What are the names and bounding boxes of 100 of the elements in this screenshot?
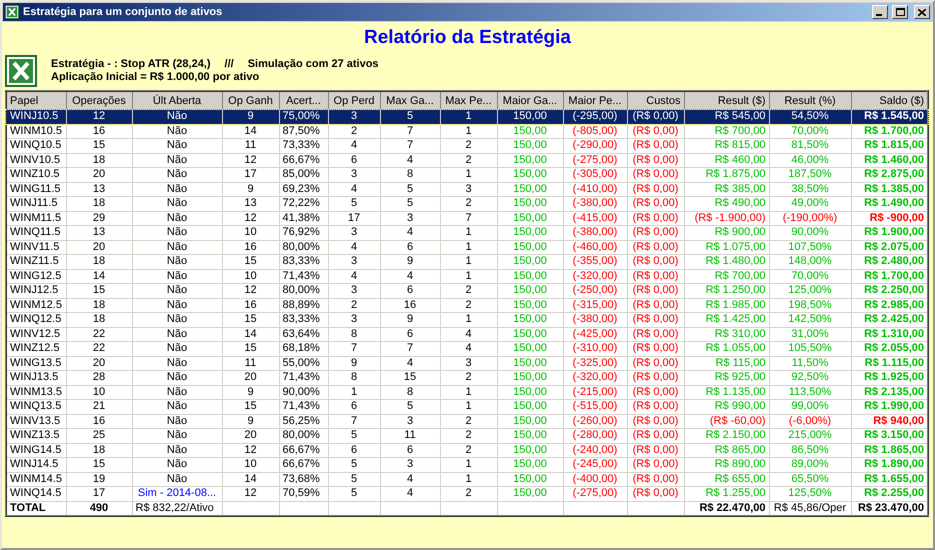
table-row[interactable]: WING12.5 14 Não 10 71,43% 4 4 1 150,00 (-320,00) (R$ 0,00) R$ 700,00 70,00% R$ 1.700,00	[6, 269, 928, 284]
table-cell: R$ 2.150,00	[684, 428, 769, 443]
table-row[interactable]: WINV11.5 20 Não 16 80,00% 4 6 1 150,00 (-460,00) (R$ 0,00) R$ 1.075,00 107,50% R$ 2.075,00	[6, 240, 928, 254]
table-cell: 20	[222, 370, 279, 385]
column-header[interactable]: Saldo ($)	[851, 91, 928, 110]
column-header[interactable]: Result (%)	[769, 91, 851, 110]
table-cell: 3	[328, 254, 380, 269]
table-cell: (-280,00)	[563, 428, 627, 443]
table-cell: 5	[328, 196, 380, 211]
table-cell: R$ 2.480,00	[851, 254, 928, 269]
table-cell: 4	[380, 226, 440, 240]
maximize-button[interactable]	[892, 5, 908, 19]
table-row[interactable]: WING14.5 18 Não 12 66,67% 6 6 2 150,00 (-240,00) (R$ 0,00) R$ 865,00 86,50% R$ 1.865,00	[6, 443, 928, 458]
column-header[interactable]: Maior Pe...	[563, 91, 627, 110]
table-cell: 83,33%	[279, 254, 328, 269]
table-row[interactable]: WINJ11.5 18 Não 13 72,22% 5 5 2 150,00 (-380,00) (R$ 0,00) R$ 490,00 49,00% R$ 1.490,00	[6, 196, 928, 211]
table-row[interactable]: WINV12.5 22 Não 14 63,64% 8 6 4 150,00 (-425,00) (R$ 0,00) R$ 310,00 31,00% R$ 1.310,00	[6, 327, 928, 342]
table-cell: WINZ13.5	[6, 428, 66, 443]
column-header[interactable]: Maior Ga...	[497, 91, 563, 110]
column-header[interactable]: Max Pe...	[440, 91, 497, 110]
column-header[interactable]: Custos	[627, 91, 684, 110]
table-cell: 150,00	[497, 370, 563, 385]
table-cell: R$ 1.815,00	[851, 138, 928, 153]
table-cell: 15	[222, 312, 279, 327]
minimize-button[interactable]	[872, 5, 888, 19]
table-cell: (R$ 0,00)	[627, 110, 684, 124]
column-header[interactable]: Op Ganh	[222, 91, 279, 110]
table-cell: 187,50%	[769, 168, 851, 182]
table-row[interactable]: WINM13.5 10 Não 9 90,00% 1 8 1 150,00 (-215,00) (R$ 0,00) R$ 1.135,00 113,50% R$ 2.135,00	[6, 385, 928, 400]
table-row[interactable]: WING11.5 13 Não 9 69,23% 4 5 3 150,00 (-410,00) (R$ 0,00) R$ 385,00 38,50% R$ 1.385,00	[6, 182, 928, 196]
table-cell: 5	[380, 110, 440, 124]
initial-capital-text: Aplicação Inicial = R$ 1.000,00 por ativo	[51, 71, 260, 84]
table-cell: 215,00%	[769, 428, 851, 443]
column-header[interactable]: Papel	[6, 91, 66, 110]
column-header[interactable]: Result ($)	[684, 91, 769, 110]
table-row[interactable]: WINM11.5 29 Não 12 41,38% 17 3 7 150,00 (-415,00) (R$ 0,00) (R$ -1.900,00) (-190,00%) R$ -900,00	[6, 211, 928, 226]
table-cell: R$ 1.890,00	[851, 458, 928, 472]
table-cell: 125,50%	[769, 486, 851, 501]
column-header[interactable]: Operações	[66, 91, 132, 110]
table-cell: 150,00	[497, 226, 563, 240]
table-cell: R$ 815,00	[684, 138, 769, 153]
table-row[interactable]: WINJ10.5 12 Não 9 75,00% 3 5 1 150,00 (-295,00) (R$ 0,00) R$ 545,00 54,50% R$ 1.545,00	[6, 110, 928, 124]
table-row[interactable]: WINQ11.5 13 Não 10 76,92% 3 4 1 150,00 (-380,00) (R$ 0,00) R$ 900,00 90,00% R$ 1.900,00	[6, 226, 928, 240]
table-row[interactable]: WINZ10.5 20 Não 17 85,00% 3 8 1 150,00 (-305,00) (R$ 0,00) R$ 1.875,00 187,50% R$ 2.875,00	[6, 168, 928, 182]
table-row[interactable]: WINJ12.5 15 Não 12 80,00% 3 6 2 150,00 (-250,00) (R$ 0,00) R$ 1.250,00 125,00% R$ 2.250,00	[6, 284, 928, 298]
table-row[interactable]: WINQ10.5 15 Não 11 73,33% 4 7 2 150,00 (-290,00) (R$ 0,00) R$ 815,00 81,50% R$ 1.815,00	[6, 138, 928, 153]
table-cell: 2	[440, 138, 497, 153]
table-row[interactable]: WINJ13.5 28 Não 20 71,43% 8 15 2 150,00 (-320,00) (R$ 0,00) R$ 925,00 92,50% R$ 1.925,00	[6, 370, 928, 385]
column-header[interactable]: Max Ga...	[380, 91, 440, 110]
column-header[interactable]: Acert...	[279, 91, 328, 110]
close-icon	[918, 8, 926, 16]
table-cell: 150,00	[497, 486, 563, 501]
table-cell: R$ 2.875,00	[851, 168, 928, 182]
table-row[interactable]: WINZ13.5 25 Não 20 80,00% 5 11 2 150,00 (-280,00) (R$ 0,00) R$ 2.150,00 215,00% R$ 3.150,00	[6, 428, 928, 443]
spreadsheet-icon[interactable]	[5, 55, 37, 87]
table-row[interactable]: WINQ14.5 17 Sim - 2014-08... 12 70,59% 5 4 2 150,00 (-275,00) (R$ 0,00) R$ 1.255,00 125,50% R$ 2.255,00	[6, 486, 928, 501]
table-cell: R$ 490,00	[684, 196, 769, 211]
table-cell: WINZ12.5	[6, 342, 66, 356]
column-header[interactable]: Op Perd	[328, 91, 380, 110]
table-cell: 8	[328, 370, 380, 385]
table-cell: 11	[380, 428, 440, 443]
table-cell: 28	[66, 370, 132, 385]
table-cell: 9	[222, 110, 279, 124]
table-cell: 17	[222, 168, 279, 182]
close-button[interactable]	[914, 5, 930, 19]
table-cell: R$ 1.875,00	[684, 168, 769, 182]
table-row[interactable]: WINM14.5 19 Não 14 73,68% 5 4 1 150,00 (-400,00) (R$ 0,00) R$ 655,00 65,50% R$ 1.655,00	[6, 472, 928, 486]
table-cell: (-310,00)	[563, 342, 627, 356]
maximize-icon	[896, 8, 904, 16]
table-cell: 1	[440, 226, 497, 240]
table-cell: 105,50%	[769, 342, 851, 356]
table-cell: 1	[440, 400, 497, 414]
table-row[interactable]: WING13.5 20 Não 11 55,00% 9 4 3 150,00 (-325,00) (R$ 0,00) R$ 115,00 11,50% R$ 1.115,00	[6, 356, 928, 370]
table-cell: R$ 1.990,00	[851, 400, 928, 414]
table-cell: 1	[440, 458, 497, 472]
table-cell: R$ 900,00	[684, 226, 769, 240]
table-cell: WINJ11.5	[6, 196, 66, 211]
table-row[interactable]: WINZ12.5 22 Não 15 68,18% 7 7 4 150,00 (-310,00) (R$ 0,00) R$ 1.055,00 105,50% R$ 2.055,00	[6, 342, 928, 356]
table-row[interactable]: WINZ11.5 18 Não 15 83,33% 3 9 1 150,00 (-355,00) (R$ 0,00) R$ 1.480,00 148,00% R$ 2.480,00	[6, 254, 928, 269]
table-row[interactable]: WINV13.5 16 Não 9 56,25% 7 3 2 150,00 (-260,00) (R$ 0,00) (R$ -60,00) (-6,00%) R$ 940,00	[6, 414, 928, 428]
table-cell: 75,00%	[279, 110, 328, 124]
strategy-text: Estratégia - : Stop ATR (28,24,)	[51, 58, 211, 71]
table-cell: R$ 1.480,00	[684, 254, 769, 269]
table-row[interactable]: WINJ14.5 15 Não 10 66,67% 5 3 1 150,00 (-245,00) (R$ 0,00) R$ 890,00 89,00% R$ 1.890,00	[6, 458, 928, 472]
table-row[interactable]: WINQ13.5 21 Não 15 71,43% 6 5 1 150,00 (-515,00) (R$ 0,00) R$ 990,00 99,00% R$ 1.990,00	[6, 400, 928, 414]
table-cell: (-380,00)	[563, 312, 627, 327]
table-row[interactable]: WINV10.5 18 Não 12 66,67% 6 4 2 150,00 (-275,00) (R$ 0,00) R$ 460,00 46,00% R$ 1.460,00	[6, 153, 928, 168]
table-cell: 3	[328, 226, 380, 240]
table-cell: 66,67%	[279, 458, 328, 472]
table-cell: R$ 2.255,00	[851, 486, 928, 501]
table-cell: 18	[66, 254, 132, 269]
table-row[interactable]: WINM12.5 18 Não 16 88,89% 2 16 2 150,00 (-315,00) (R$ 0,00) R$ 1.985,00 198,50% R$ 2.985,00	[6, 298, 928, 312]
table-row[interactable]: WINQ12.5 18 Não 15 83,33% 3 9 1 150,00 (-380,00) (R$ 0,00) R$ 1.425,00 142,50% R$ 2.425,00	[6, 312, 928, 327]
table-cell: 150,00	[497, 312, 563, 327]
table-cell: Não	[132, 196, 222, 211]
table-cell: (-380,00)	[563, 226, 627, 240]
table-row[interactable]: WINM10.5 16 Não 14 87,50% 2 7 1 150,00 (-805,00) (R$ 0,00) R$ 700,00 70,00% R$ 1.700,00	[6, 124, 928, 138]
table-cell: Não	[132, 168, 222, 182]
table-cell: (R$ 0,00)	[627, 284, 684, 298]
column-header[interactable]: Últ Aberta	[132, 91, 222, 110]
